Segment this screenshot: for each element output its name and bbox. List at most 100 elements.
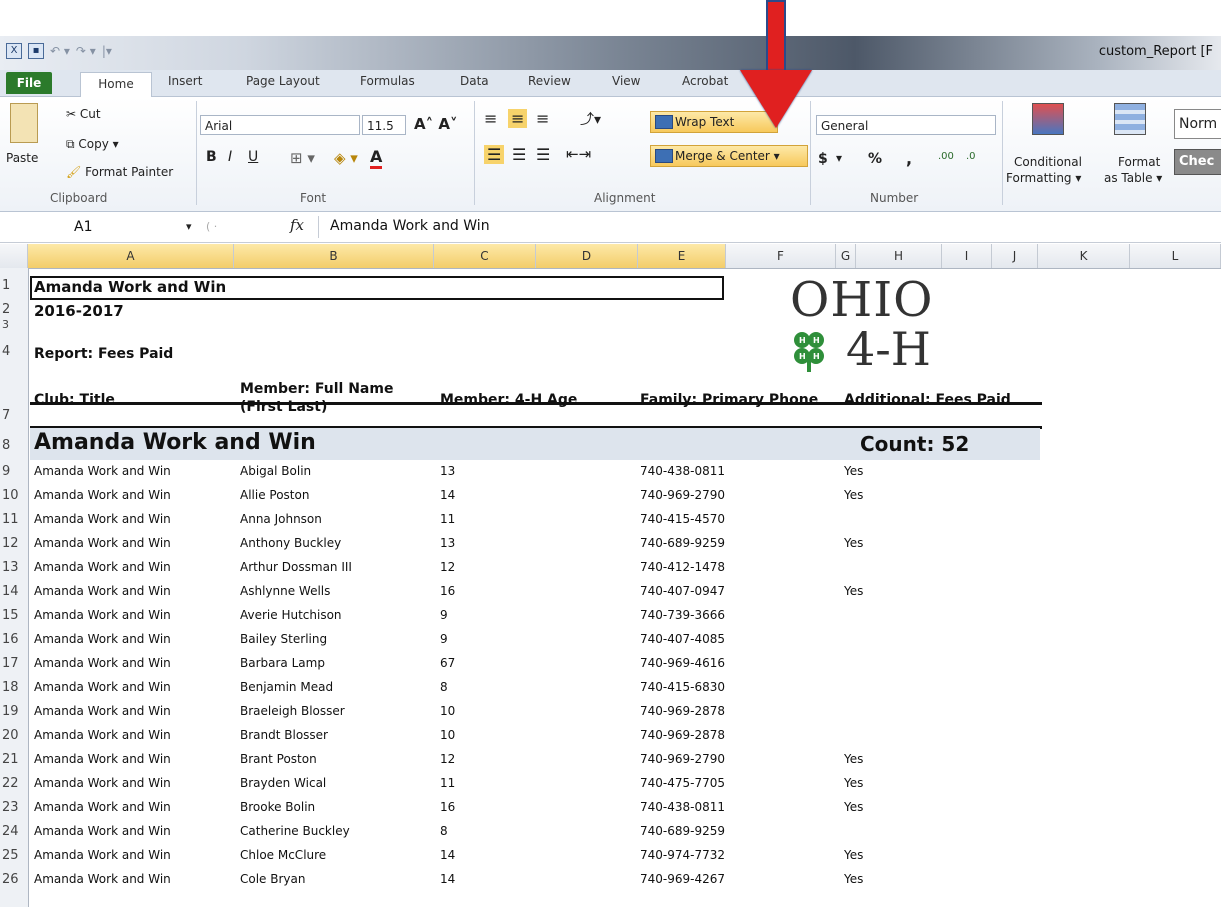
number-format-select[interactable]: General (816, 115, 996, 135)
align-top-icon[interactable]: ≡ (484, 109, 497, 128)
cell-club[interactable]: Amanda Work and Win (34, 824, 171, 838)
cell-fees[interactable]: Yes (844, 776, 863, 790)
table-row[interactable]: Amanda Work and Win Abigal Bolin 13 740-438… (0, 460, 1010, 484)
cell-fees[interactable]: Yes (844, 464, 863, 478)
cell-name[interactable]: Barbara Lamp (240, 656, 325, 670)
conditional-formatting-button-2[interactable]: Formatting ▾ (1006, 171, 1081, 185)
formula-bar-handle[interactable]: ( · (206, 220, 217, 233)
currency-dropdown-icon[interactable]: ▾ (836, 151, 842, 165)
cell-club[interactable]: Amanda Work and Win (34, 464, 171, 478)
cell-phone[interactable]: 740-415-4570 (640, 512, 725, 526)
cell-name[interactable]: Ashlynne Wells (240, 584, 330, 598)
font-name-select[interactable]: Arial (200, 115, 360, 135)
cell-phone[interactable]: 740-969-4267 (640, 872, 725, 886)
cell-age[interactable]: 12 (440, 560, 455, 574)
cell-club[interactable]: Amanda Work and Win (34, 536, 171, 550)
column-header-a[interactable]: A (28, 244, 234, 268)
cell-age[interactable]: 13 (440, 464, 455, 478)
cell-phone[interactable]: 740-415-6830 (640, 680, 725, 694)
row-header[interactable]: 4 (0, 344, 28, 359)
indent-icons[interactable]: ⇤⇥ (566, 145, 591, 163)
align-center-icon[interactable]: ☰ (512, 145, 526, 164)
cell-age[interactable]: 11 (440, 776, 455, 790)
column-header-i[interactable]: I (942, 244, 992, 268)
table-row[interactable]: Amanda Work and Win Brandt Blosser 10 740-9… (0, 724, 1010, 748)
table-row[interactable]: Amanda Work and Win Anthony Buckley 13 740-… (0, 532, 1010, 556)
cell-age[interactable]: 11 (440, 512, 455, 526)
cell-name[interactable]: Anna Johnson (240, 512, 322, 526)
row-header[interactable]: 3 (0, 318, 28, 331)
cell-age[interactable]: 9 (440, 608, 448, 622)
cell-age[interactable]: 14 (440, 872, 455, 886)
tab-data[interactable]: Data (460, 74, 489, 88)
tab-page-layout[interactable]: Page Layout (246, 74, 320, 88)
table-row[interactable]: Amanda Work and Win Barbara Lamp 67 740-969… (0, 652, 1010, 676)
tab-view[interactable]: View (612, 74, 640, 88)
row-header[interactable]: 1 (0, 278, 28, 293)
bold-button[interactable]: B (206, 149, 217, 165)
table-row[interactable]: Amanda Work and Win Brooke Bolin 16 740-438… (0, 796, 1010, 820)
cell-club[interactable]: Amanda Work and Win (34, 512, 171, 526)
cell-age[interactable]: 13 (440, 536, 455, 550)
cell-club[interactable]: Amanda Work and Win (34, 632, 171, 646)
cell-name[interactable]: Arthur Dossman III (240, 560, 352, 574)
cell-name[interactable]: Brandt Blosser (240, 728, 328, 742)
cell-phone[interactable]: 740-689-9259 (640, 824, 725, 838)
cell-fees[interactable]: Yes (844, 536, 863, 550)
table-row[interactable]: Amanda Work and Win Braeleigh Blosser 10 74… (0, 700, 1010, 724)
column-header-k[interactable]: K (1038, 244, 1130, 268)
cell-club[interactable]: Amanda Work and Win (34, 728, 171, 742)
cell-name[interactable]: Benjamin Mead (240, 680, 333, 694)
align-middle-icon[interactable]: ≡ (508, 109, 528, 128)
table-row[interactable]: Amanda Work and Win Cole Bryan 14 740-969-4… (0, 868, 1010, 892)
cell-age[interactable]: 8 (440, 680, 448, 694)
cell-phone[interactable]: 740-969-2878 (640, 728, 725, 742)
cell-phone[interactable]: 740-969-2790 (640, 752, 725, 766)
cell-phone[interactable]: 740-438-0811 (640, 800, 725, 814)
row-header[interactable]: 8 (0, 438, 28, 453)
tab-formulas[interactable]: Formulas (360, 74, 415, 88)
style-normal[interactable]: Norm (1174, 109, 1221, 139)
format-as-table-button-2[interactable]: as Table ▾ (1104, 171, 1162, 185)
cell-club[interactable]: Amanda Work and Win (34, 704, 171, 718)
cell-phone[interactable]: 740-689-9259 (640, 536, 725, 550)
cell-phone[interactable]: 740-969-2878 (640, 704, 725, 718)
cell-club[interactable]: Amanda Work and Win (34, 680, 171, 694)
table-row[interactable]: Amanda Work and Win Brant Poston 12 740-969… (0, 748, 1010, 772)
cell-name[interactable]: Braeleigh Blosser (240, 704, 345, 718)
cell-age[interactable]: 14 (440, 848, 455, 862)
table-row[interactable]: Amanda Work and Win Arthur Dossman III 12 7… (0, 556, 1010, 580)
currency-button[interactable]: $ (818, 151, 828, 167)
orientation-icon[interactable]: ⤴▾ (580, 109, 601, 129)
merge-center-button[interactable]: Merge & Center ▾ (650, 145, 808, 167)
italic-button[interactable]: I (228, 149, 232, 165)
tab-home[interactable]: Home (80, 72, 152, 97)
borders-icon[interactable]: ⊞ ▾ (290, 149, 315, 167)
style-check[interactable]: Chec (1174, 149, 1221, 175)
table-row[interactable]: Amanda Work and Win Bailey Sterling 9 740-4… (0, 628, 1010, 652)
format-as-table-button[interactable]: Format (1118, 155, 1160, 169)
table-row[interactable]: Amanda Work and Win Benjamin Mead 8 740-415… (0, 676, 1010, 700)
decrease-decimal-button[interactable]: .0 (966, 151, 976, 162)
tab-review[interactable]: Review (528, 74, 571, 88)
row-header[interactable]: 7 (0, 408, 28, 423)
cell-fees[interactable]: Yes (844, 800, 863, 814)
excel-icon[interactable]: X (6, 43, 22, 59)
cell-age[interactable]: 10 (440, 728, 455, 742)
save-icon[interactable]: ▪ (28, 43, 44, 59)
column-header-e[interactable]: E (638, 244, 726, 268)
cell-name[interactable]: Bailey Sterling (240, 632, 327, 646)
cell-name[interactable]: Cole Bryan (240, 872, 305, 886)
cell-club[interactable]: Amanda Work and Win (34, 752, 171, 766)
cell-club[interactable]: Amanda Work and Win (34, 608, 171, 622)
cell-club[interactable]: Amanda Work and Win (34, 656, 171, 670)
table-row[interactable]: Amanda Work and Win Chloe McClure 14 740-97… (0, 844, 1010, 868)
cell-phone[interactable]: 740-407-0947 (640, 584, 725, 598)
customize-qat-icon[interactable]: |▾ (102, 44, 112, 58)
column-header-f[interactable]: F (726, 244, 836, 268)
conditional-formatting-button[interactable]: Conditional (1014, 155, 1082, 169)
undo-icon[interactable]: ↶ ▾ (50, 44, 70, 58)
cell-name[interactable]: Averie Hutchison (240, 608, 342, 622)
table-row[interactable]: Amanda Work and Win Brayden Wical 11 740-47… (0, 772, 1010, 796)
column-header-j[interactable]: J (992, 244, 1038, 268)
